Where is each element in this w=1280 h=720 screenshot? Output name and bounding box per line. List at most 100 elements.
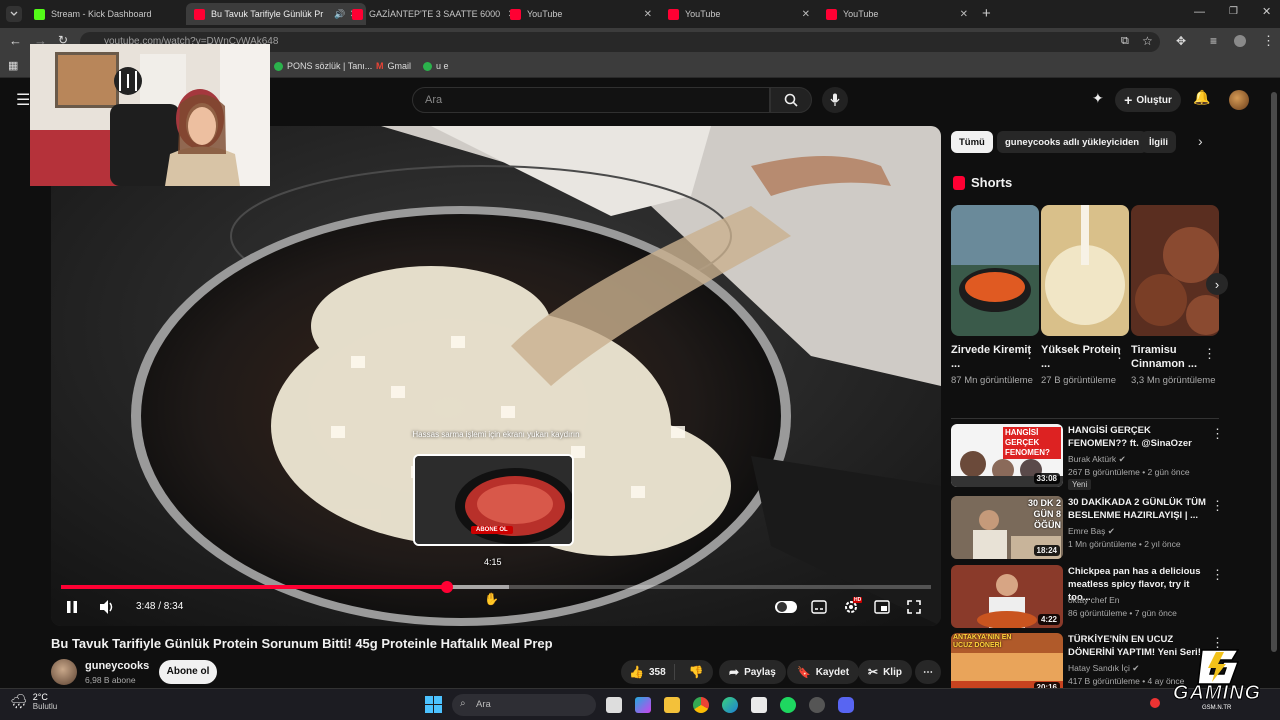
- progress-bar[interactable]: [61, 581, 931, 593]
- short-card[interactable]: Zirvede Kiremit ... 87 Mn görüntüleme ⋮: [951, 205, 1039, 387]
- share-button[interactable]: ➦ Paylaş: [719, 660, 786, 684]
- close-window-button[interactable]: ✕: [1262, 5, 1271, 18]
- bookmark-gmail[interactable]: M Gmail: [376, 61, 411, 71]
- recommended-video[interactable]: HANGİSİ GERÇEK FENOMEN? 33:08 HANGİSİ GE…: [951, 424, 1224, 490]
- bookmark-ue[interactable]: u e: [423, 61, 449, 71]
- search-button[interactable]: [770, 87, 812, 113]
- autoplay-toggle[interactable]: [775, 601, 797, 613]
- miniplayer-button[interactable]: [874, 600, 890, 619]
- chip-related[interactable]: İlgili: [1141, 131, 1176, 153]
- volume-icon: [100, 600, 113, 614]
- page-scrollbar[interactable]: [1268, 78, 1280, 688]
- store-icon[interactable]: [751, 697, 767, 713]
- chip-from-uploader[interactable]: guneycooks adlı yükleyiciden: [997, 131, 1148, 153]
- hover-time-label: 4:15: [484, 557, 502, 567]
- spotify-icon[interactable]: [780, 697, 796, 713]
- video-title: Bu Tavuk Tarifiyle Günlük Protein Sorunu…: [51, 636, 553, 651]
- avatar[interactable]: [1229, 90, 1249, 110]
- channel-name[interactable]: Emre Baş ✔: [1068, 526, 1115, 537]
- more-options-icon[interactable]: ⋮: [1203, 346, 1216, 362]
- clip-button[interactable]: ✂ Klip: [858, 660, 912, 684]
- scrollbar-thumb[interactable]: [1271, 92, 1277, 652]
- start-button[interactable]: [425, 696, 442, 713]
- cast-icon[interactable]: ⧉: [1121, 35, 1129, 48]
- short-card[interactable]: Tiramisu Cinnamon ... 3,3 Mn görüntüleme…: [1131, 205, 1219, 387]
- profile-icon[interactable]: [1234, 35, 1246, 47]
- video-frame: [51, 126, 941, 626]
- short-thumbnail: [1041, 205, 1129, 336]
- bookmark-pons[interactable]: PONS sözlük | Tanı...: [274, 61, 372, 71]
- chips-next-icon[interactable]: ›: [1198, 133, 1203, 149]
- dislike-button[interactable]: 👎: [680, 665, 713, 679]
- channel-avatar[interactable]: [51, 659, 77, 685]
- short-card[interactable]: Yüksek Protein ... 27 B görüntüleme ⋮: [1041, 205, 1129, 387]
- menu-dots-icon[interactable]: ⋮: [1262, 33, 1275, 49]
- hamburger-menu-icon[interactable]: ☰: [16, 90, 30, 110]
- more-options-icon[interactable]: ⋮: [1023, 346, 1036, 362]
- settings-button[interactable]: HD: [843, 597, 863, 620]
- weather-cloud-icon: 🌧: [10, 693, 28, 709]
- close-tab-icon[interactable]: ✕: [644, 9, 652, 20]
- subtitles-button[interactable]: [811, 600, 827, 619]
- more-options-icon[interactable]: ⋮: [1211, 498, 1224, 514]
- app-icon[interactable]: [809, 697, 825, 713]
- subscriber-count: 6,98 B abone: [85, 675, 136, 685]
- recommended-video[interactable]: 30 DK 2 GÜN 8 ÖĞÜN 18:24 30 DAKİKADA 2 G…: [951, 496, 1224, 560]
- apps-grid-icon[interactable]: ▦: [8, 59, 18, 72]
- voice-search-button[interactable]: [822, 87, 848, 113]
- save-button[interactable]: 🔖 Kaydet: [787, 660, 860, 684]
- extensions-icon[interactable]: ✥: [1176, 34, 1186, 48]
- more-horizontal-icon: ⋯: [923, 666, 933, 678]
- chip-all[interactable]: Tümü: [951, 131, 993, 153]
- browser-tab[interactable]: YouTube ✕: [502, 3, 660, 25]
- tab-search-button[interactable]: [6, 6, 22, 22]
- channel-name[interactable]: guneycooks: [85, 660, 149, 672]
- restore-button[interactable]: ❐: [1229, 6, 1238, 17]
- create-button[interactable]: + Oluştur: [1115, 88, 1181, 112]
- discord-icon[interactable]: [838, 697, 854, 713]
- plus-icon: +: [1124, 92, 1133, 108]
- back-icon[interactable]: ←: [9, 33, 22, 48]
- more-actions-button[interactable]: ⋯: [915, 660, 941, 684]
- new-tab-button[interactable]: +: [982, 5, 991, 22]
- subscribe-button[interactable]: Abone ol: [159, 660, 217, 684]
- minimize-button[interactable]: —: [1194, 6, 1205, 18]
- media-icon[interactable]: ≡: [1210, 34, 1217, 48]
- thumbs-down-icon: 👎: [688, 665, 704, 679]
- channel-name[interactable]: oktay chef En: [1068, 595, 1120, 605]
- video-player[interactable]: Hassas sarma işlemi için ekranı yukarı k…: [51, 126, 941, 626]
- volume-button[interactable]: [98, 599, 116, 620]
- chrome-icon[interactable]: [693, 697, 709, 713]
- file-explorer-icon[interactable]: [664, 697, 680, 713]
- channel-name[interactable]: Burak Aktürk ✔: [1068, 454, 1126, 465]
- notifications-bell-icon[interactable]: 🔔: [1193, 89, 1210, 106]
- task-view-icon[interactable]: [606, 697, 622, 713]
- play-pause-button[interactable]: [65, 600, 79, 614]
- new-badge: Yeni: [1068, 479, 1092, 490]
- recommended-video[interactable]: 4:22 Chickpea pan has a delicious meatle…: [951, 565, 1224, 629]
- weather-widget[interactable]: 🌧 2°C Bulutlu: [10, 692, 57, 711]
- tray-icon[interactable]: [1150, 698, 1160, 708]
- close-tab-icon[interactable]: ✕: [960, 9, 968, 20]
- shorts-next-button[interactable]: ›: [1206, 273, 1228, 295]
- fullscreen-button[interactable]: [907, 600, 921, 619]
- edge-icon[interactable]: [722, 697, 738, 713]
- browser-tab[interactable]: GAZİANTEP'TE 3 SAATTE 6000 ✕: [344, 3, 524, 25]
- channel-name[interactable]: Hatay Sandık İçi ✔: [1068, 663, 1139, 674]
- gemini-sparkle-icon[interactable]: ✦: [1092, 90, 1104, 107]
- browser-tab[interactable]: YouTube ✕: [818, 3, 976, 25]
- like-button[interactable]: 👍 358: [621, 664, 675, 680]
- more-options-icon[interactable]: ⋮: [1211, 426, 1224, 442]
- close-tab-icon[interactable]: ✕: [802, 9, 810, 20]
- taskbar-search[interactable]: ⌕ Ara: [452, 694, 596, 716]
- hd-badge: HD: [853, 597, 863, 603]
- more-options-icon[interactable]: ⋮: [1211, 567, 1224, 583]
- browser-tab[interactable]: YouTube ✕: [660, 3, 818, 25]
- search-input[interactable]: Ara: [412, 87, 770, 113]
- copilot-icon[interactable]: [635, 697, 651, 713]
- browser-tab-active[interactable]: Bu Tavuk Tarifiyle Günlük Pr 🔊 ✕: [186, 3, 366, 25]
- more-options-icon[interactable]: ⋮: [1113, 346, 1126, 362]
- browser-tab[interactable]: Stream - Kick Dashboard ✕: [26, 3, 206, 25]
- bookmark-star-icon[interactable]: ☆: [1142, 34, 1153, 48]
- bookmark-icon: 🔖: [797, 666, 811, 679]
